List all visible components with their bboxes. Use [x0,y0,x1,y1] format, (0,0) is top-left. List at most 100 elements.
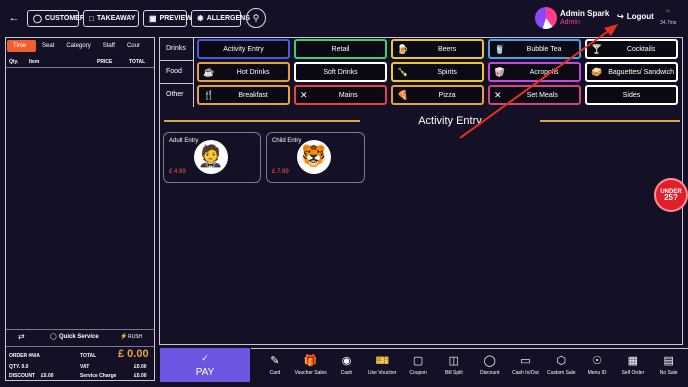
category-acropolis[interactable]: 🥡 Acropolis [488,62,581,82]
col-price: PRICE [97,58,113,65]
takeaway-icon: 🥡 [494,66,506,77]
tiger-icon: 🐯 [297,140,331,174]
tab-time[interactable]: Time [7,39,36,52]
discount-value: £0.00 [41,373,54,379]
product-card-adult-entry[interactable]: Adult Entry 🤵 £ 4.99 [163,132,261,183]
person-icon: 🤵 [194,140,228,174]
swap-icon[interactable]: ⇄ [18,332,25,341]
product-price: £ 4.99 [169,169,186,175]
takeaway-button[interactable]: □ TAKEAWAY [83,10,139,27]
category-retail[interactable]: Retail [294,39,387,59]
category-bubble-tea[interactable]: 🥤 Bubble Tea [488,39,581,59]
register-icon: ▤ [663,354,674,367]
product-card-child-entry[interactable]: Child Entry 🐯 £ 7.99 [266,132,365,183]
preview-button[interactable]: ▣ PREVIEW [143,10,192,27]
coupon-icon: ▢ [412,354,424,367]
cash-in-out-button[interactable]: ▭ Cash In/Out [508,354,544,376]
category-baguettes-sandwich[interactable]: 🥪 Baguettes/ Sandwich [585,62,678,82]
tab-staff[interactable]: Staff [97,40,121,52]
vat-label: VAT [80,364,90,370]
section-divider-left [164,120,364,122]
row-label-other: Other [160,84,194,107]
category-set-meals[interactable]: ✕ Set Meals [488,85,581,105]
flash-icon: ⚡ [120,334,128,340]
bag-icon: □ [89,14,94,23]
section-title: Activity Entry [360,115,540,127]
card-icon: ✎ [270,354,280,367]
col-total: TOTAL [129,58,146,65]
use-voucher-button[interactable]: 🎫 Use Voucher [364,354,400,376]
category-activity-entry[interactable]: Activity Entry [197,39,290,59]
category-hot-drinks[interactable]: ☕ Hot Drinks [197,62,290,82]
allergen-icon: ❋ [197,14,204,23]
coupon-button[interactable]: ▢ Coupon [400,354,436,376]
under-25-badge: UNDER 25? [654,178,688,212]
allergens-button[interactable]: ❋ ALLERGENS [191,10,250,27]
cash-drawer-icon: ▭ [520,354,531,367]
rush-button[interactable]: RUSH [128,334,142,340]
monitor-icon: ▣ [149,14,157,23]
category-cocktails[interactable]: 🍸 Cocktails [585,39,678,59]
user-role: Admin [560,19,580,26]
top-bar: ← ◯ CUSTOMER □ TAKEAWAY ▣ PREVIEW ❋ ALLERGEN… [0,0,688,36]
split-icon: ◫ [448,354,460,367]
avatar[interactable] [535,7,557,29]
back-arrow-icon[interactable]: ← [6,10,22,26]
category-breakfast[interactable]: 🍴 Breakfast [197,85,290,105]
latency-text: 34.7ms [660,20,677,26]
tab-course[interactable]: Cour [121,40,146,52]
vat-value: £0.00 [134,364,147,370]
no-sale-button[interactable]: ▤ No Sale [651,354,687,376]
bottle-icon: 🍾 [397,66,409,77]
voucher-sales-button[interactable]: 🎁 Voucher Sales [293,354,329,376]
menu-panel: Drinks Food Other Activity Entry Retail … [159,37,683,345]
order-panel: Time Seat Category Staff Cour Qty. Item … [5,37,155,381]
card-button[interactable]: ✎ Card [257,354,293,376]
total-label: TOTAL [80,353,97,359]
col-qty: Qty. [9,58,19,65]
discount-icon: ◯ [483,354,496,367]
order-sort-tabs: Time Seat Category Staff Cour [6,39,154,52]
user-name: Admin Spark [560,9,610,18]
beer-icon: 🍺 [397,43,409,54]
tab-seat[interactable]: Seat [36,40,60,52]
product-name: Adult Entry [169,138,199,144]
pay-button[interactable]: ✓ PAY [160,348,250,382]
category-beers[interactable]: 🍺 Beers [391,39,484,59]
quick-service-label[interactable]: Quick Service [59,334,99,340]
product-name: Child Entry [272,138,302,144]
category-mains[interactable]: ✕ Mains [294,85,387,105]
sandwich-icon: 🥪 [591,66,603,77]
logout-icon: ↪ [617,12,624,21]
logout-button[interactable]: ↪ Logout [617,12,654,21]
order-number: ORDER #N/A [9,353,40,359]
search-icon[interactable]: ⚲ [246,8,266,28]
category-pizza[interactable]: 🍕 Pizza [391,85,484,105]
custom-sale-button[interactable]: ⬡ Custom Sale [543,355,579,376]
order-summary: ORDER #N/A TOTAL £ 0.00 QTY. 0.0 VAT £0.… [6,346,154,380]
bubble-tea-icon: 🥤 [494,43,506,54]
menu-id-button[interactable]: ☉ Menu ID [579,354,615,376]
utensils-icon: ✕ [300,89,308,100]
category-sides[interactable]: Sides [585,85,678,105]
customer-button[interactable]: ◯ CUSTOMER [27,10,85,27]
wifi-icon: ≈ [666,8,670,15]
gift-icon: 🎁 [303,354,318,367]
quick-service-bar: ⇄ ◯ Quick Service ⚡ RUSH [6,329,154,343]
self-order-button[interactable]: ▦ Self Order [615,354,651,376]
category-spirits[interactable]: 🍾 Spirits [391,62,484,82]
product-price: £ 7.99 [272,169,289,175]
user-icon: ◯ [33,14,42,23]
row-label-drinks: Drinks [160,38,194,61]
ticket-icon: 🎫 [375,354,390,367]
qty-summary: QTY. 0.0 [9,364,29,370]
menu-dots-icon: ☉ [592,354,602,367]
category-soft-drinks[interactable]: Soft Drinks [294,62,387,82]
qr-code-icon: ▦ [627,354,639,367]
tab-category[interactable]: Category [60,40,96,52]
bill-split-button[interactable]: ◫ Bill Split [436,354,472,376]
discount-button[interactable]: ◯ Discount [472,354,508,376]
order-columns-header: Qty. Item PRICE TOTAL [6,56,154,68]
cash-button[interactable]: ◉ Cash [329,355,365,376]
total-value: £ 0.00 [118,348,149,360]
